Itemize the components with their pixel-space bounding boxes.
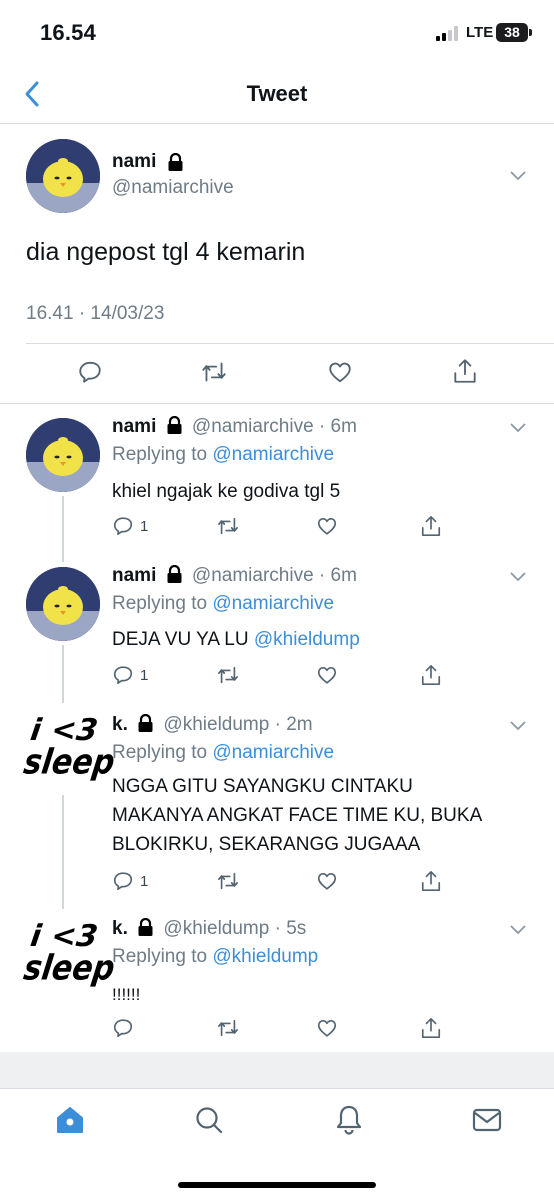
share-icon[interactable] [420, 1016, 442, 1040]
avatar[interactable] [26, 418, 100, 492]
author-name[interactable]: nami [112, 416, 156, 437]
author-name[interactable]: k. [112, 918, 128, 939]
share-icon[interactable] [420, 869, 442, 893]
author-handle[interactable]: @namiarchive [192, 565, 314, 586]
avatar[interactable] [26, 139, 100, 213]
home-indicator[interactable] [178, 1182, 376, 1188]
reply-icon[interactable] [112, 515, 134, 537]
replying-to-link[interactable]: @namiarchive [212, 593, 334, 614]
author-handle[interactable]: @khieldump [163, 918, 269, 939]
author-handle[interactable]: @namiarchive [112, 177, 234, 199]
avatar[interactable]: i <3 sleep [21, 919, 117, 989]
messages-icon[interactable] [472, 1107, 502, 1133]
status-time: 16.54 [40, 20, 97, 45]
reply-icon[interactable] [112, 1017, 134, 1039]
tweet-age: · 6m [318, 416, 357, 437]
like-icon[interactable] [327, 359, 353, 385]
lock-icon [138, 917, 153, 936]
search-icon[interactable] [194, 1105, 224, 1135]
reply-header: nami @namiarchive · 6m [112, 564, 357, 587]
chevron-down-icon[interactable] [510, 925, 526, 935]
share-icon[interactable] [420, 514, 442, 538]
chevron-down-icon[interactable] [510, 572, 526, 582]
retweet-icon[interactable] [216, 870, 240, 892]
nav-divider [0, 123, 554, 124]
reply-text: !!!!!! [112, 985, 141, 1004]
chick-avatar-image [26, 139, 100, 213]
reply-header: k. @khieldump · 5s [112, 917, 307, 940]
author-name[interactable]: k. [112, 714, 128, 735]
like-icon[interactable] [316, 515, 338, 537]
replying-to: Replying to @khieldump [112, 946, 319, 967]
tweet-age: · 2m [274, 714, 313, 735]
thread-line [62, 496, 64, 562]
retweet-icon[interactable] [216, 1017, 240, 1039]
like-icon[interactable] [316, 870, 338, 892]
retweet-icon[interactable] [216, 664, 240, 686]
replying-to-link[interactable]: @namiarchive [212, 742, 334, 763]
actions-divider [0, 403, 554, 404]
retweet-icon[interactable] [216, 515, 240, 537]
share-icon[interactable] [452, 357, 478, 385]
retweet-icon[interactable] [200, 359, 228, 385]
chevron-down-icon[interactable] [510, 423, 526, 433]
chick-avatar-image [26, 418, 100, 492]
tweet-timestamp: 16.41 · 14/03/23 [26, 303, 165, 324]
tweet-text: dia ngepost tgl 4 kemarin [26, 238, 306, 266]
reply-text: NGGA GITU SAYANGKU CINTAKU MAKANYA ANGKA… [112, 776, 483, 855]
reply-header: nami @namiarchive · 6m [112, 415, 357, 438]
battery-indicator: 38 [496, 23, 528, 42]
like-icon[interactable] [316, 664, 338, 686]
replying-to: Replying to @namiarchive [112, 593, 335, 614]
replying-to: Replying to @namiarchive [112, 742, 335, 763]
thread-line [62, 795, 64, 909]
mention-link[interactable]: @khieldump [254, 629, 360, 650]
notifications-icon[interactable] [334, 1104, 364, 1136]
avatar[interactable]: i <3 sleep [21, 713, 117, 783]
chevron-down-icon[interactable] [510, 171, 526, 181]
tweet-age: · 6m [318, 565, 357, 586]
battery-tip [529, 29, 532, 36]
reply-header: k. @khieldump · 2m [112, 713, 313, 736]
author-handle[interactable]: @namiarchive [192, 416, 314, 437]
share-icon[interactable] [420, 663, 442, 687]
reply-text: DEJA VU YA LU @khieldump [112, 629, 360, 650]
replying-to-link[interactable]: @namiarchive [212, 444, 334, 465]
timestamp-divider [26, 343, 554, 344]
reply-icon[interactable] [112, 870, 134, 892]
reply-count: 1 [140, 667, 149, 684]
reply-count: 1 [140, 873, 149, 890]
lock-icon [138, 713, 153, 732]
replying-to-link[interactable]: @khieldump [212, 946, 318, 967]
chick-avatar-image [26, 567, 100, 641]
like-icon[interactable] [316, 1017, 338, 1039]
replying-to: Replying to @namiarchive [112, 444, 335, 465]
avatar[interactable] [26, 567, 100, 641]
author-name[interactable]: nami [112, 151, 156, 173]
reply-text: khiel ngajak ke godiva tgl 5 [112, 481, 341, 502]
author-handle[interactable]: @khieldump [163, 714, 269, 735]
reply-icon[interactable] [112, 664, 134, 686]
thread-line [62, 645, 64, 703]
page-title: Tweet [246, 81, 308, 106]
reply-count: 1 [140, 518, 149, 535]
reply-icon[interactable] [77, 359, 103, 385]
signal-icon [436, 26, 458, 41]
lock-icon [167, 415, 182, 434]
lock-icon [167, 564, 182, 583]
chevron-down-icon[interactable] [510, 721, 526, 731]
author-name[interactable]: nami [112, 565, 156, 586]
network-type: LTE [466, 24, 494, 41]
tweet-age: · 5s [274, 918, 307, 939]
lock-icon [168, 153, 183, 171]
empty-space [0, 1052, 554, 1088]
home-icon[interactable] [55, 1105, 85, 1135]
